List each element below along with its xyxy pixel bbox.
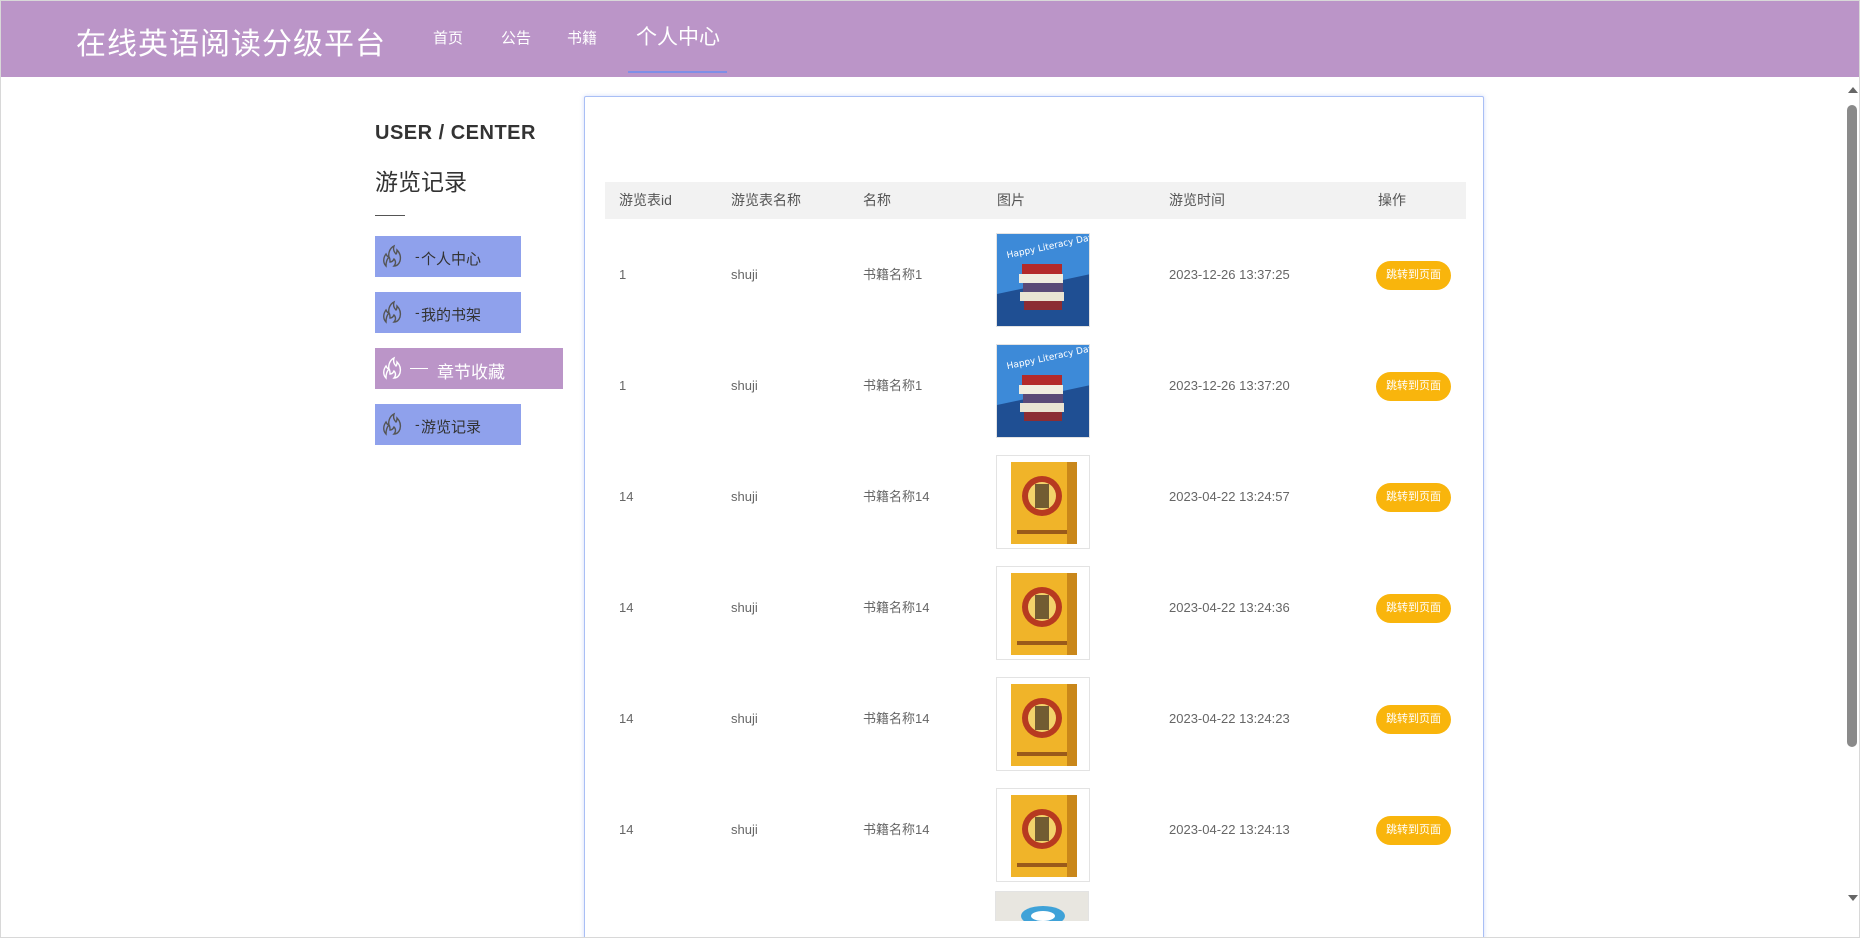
sidebar-title-en: USER / CENTER: [375, 122, 536, 144]
table-row: 14 shuji 书籍名称14 2023-04-22 13:24:36 跳转到页…: [605, 552, 1466, 663]
fire-icon: [383, 244, 402, 268]
table-header: 游览表id 游览表名称 名称 图片 游览时间 操作: [605, 182, 1466, 219]
jump-to-page-button[interactable]: 跳转到页面: [1376, 705, 1451, 734]
table-row: 14 shuji 书籍名称14 2023-04-22 13:24:13 跳转到页…: [605, 774, 1466, 885]
nav-notices[interactable]: 公告: [501, 1, 531, 77]
cell-table-name: shuji: [731, 378, 758, 393]
sidebar-item-label: 章节收藏: [437, 363, 505, 382]
page-scrollbar[interactable]: [1843, 77, 1859, 937]
sidebar-item-label: 个人中心: [421, 251, 482, 268]
cell-table-name: shuji: [731, 267, 758, 282]
fire-icon: [383, 412, 402, 436]
fire-icon: [383, 356, 402, 380]
table-row: 14 shuji 书籍名称14 2023-04-22 13:24:23 跳转到页…: [605, 663, 1466, 774]
nav-home[interactable]: 首页: [433, 1, 463, 77]
col-name: 名称: [863, 192, 891, 208]
cell-time: 2023-04-22 13:24:23: [1169, 711, 1290, 726]
cell-name: 书籍名称14: [863, 822, 930, 837]
top-navbar: 在线英语阅读分级平台 首页 公告 书籍 个人中心: [1, 1, 1859, 77]
scroll-down-arrow-icon[interactable]: [1848, 895, 1858, 901]
cell-table-name: shuji: [731, 822, 758, 837]
cell-time: 2023-12-26 13:37:25: [1169, 267, 1290, 282]
table-row: 14 shuji 书籍名称14 2023-04-22 13:24:57 跳转到页…: [605, 441, 1466, 552]
scroll-up-arrow-icon[interactable]: [1848, 87, 1858, 93]
cell-time: 2023-04-22 13:24:57: [1169, 489, 1290, 504]
scrollbar-thumb[interactable]: [1847, 105, 1857, 747]
cell-time: 2023-04-22 13:24:13: [1169, 822, 1290, 837]
cell-table-name: shuji: [731, 489, 758, 504]
sidebar-item-browse-history[interactable]: - 游览记录: [375, 404, 521, 445]
cell-id: 1: [619, 378, 627, 393]
table-row: 1 shuji 书籍名称1 Happy Literacy Day 2023-12…: [605, 219, 1466, 330]
cell-id: 14: [619, 600, 634, 615]
cell-id: 14: [619, 711, 634, 726]
jump-to-page-button[interactable]: 跳转到页面: [1376, 261, 1451, 290]
col-table-name: 游览表名称: [731, 192, 801, 208]
menu-dash: -: [415, 416, 420, 432]
book-thumbnail[interactable]: Happy Literacy Day: [996, 344, 1090, 438]
cell-id: 1: [619, 267, 627, 282]
sidebar-item-label: 游览记录: [421, 419, 482, 436]
nav-active-underline: [628, 71, 727, 73]
cell-table-name: shuji: [731, 711, 758, 726]
site-brand[interactable]: 在线英语阅读分级平台: [76, 19, 386, 63]
sidebar-item-my-bookshelf[interactable]: - 我的书架: [375, 292, 521, 333]
book-thumbnail[interactable]: [996, 788, 1090, 882]
nav-user-center[interactable]: 个人中心: [636, 1, 720, 77]
browser-frame: 在线英语阅读分级平台 首页 公告 书籍 个人中心 USER / CENTER 游…: [0, 0, 1860, 938]
sidebar-title-cn: 游览记录: [375, 169, 467, 195]
book-thumbnail[interactable]: [996, 455, 1090, 549]
cell-name: 书籍名称14: [863, 711, 930, 726]
sidebar-item-user-center[interactable]: - 个人中心: [375, 236, 521, 277]
book-thumbnail[interactable]: [996, 566, 1090, 660]
col-id: 游览表id: [619, 192, 672, 208]
cell-name: 书籍名称1: [863, 267, 923, 282]
history-panel: 游览表id 游览表名称 名称 图片 游览时间 操作 1 shuji 书籍名称1 …: [584, 96, 1484, 937]
cell-name: 书籍名称14: [863, 600, 930, 615]
sidebar-item-label: 我的书架: [421, 307, 482, 324]
sidebar-divider: [375, 215, 405, 216]
cell-table-name: shuji: [731, 600, 758, 615]
book-thumbnail-partial[interactable]: [995, 891, 1089, 921]
cell-name: 书籍名称14: [863, 489, 930, 504]
col-image: 图片: [997, 192, 1025, 208]
sidebar-item-chapter-favorites[interactable]: 章节收藏: [375, 348, 563, 389]
cell-id: 14: [619, 822, 634, 837]
cell-time: 2023-04-22 13:24:36: [1169, 600, 1290, 615]
jump-to-page-button[interactable]: 跳转到页面: [1376, 372, 1451, 401]
fire-icon: [383, 300, 402, 324]
menu-dash: -: [415, 304, 420, 320]
cell-name: 书籍名称1: [863, 378, 923, 393]
col-action: 操作: [1378, 192, 1406, 208]
cell-time: 2023-12-26 13:37:20: [1169, 378, 1290, 393]
col-time: 游览时间: [1169, 192, 1225, 208]
book-thumbnail[interactable]: Happy Literacy Day: [996, 233, 1090, 327]
jump-to-page-button[interactable]: 跳转到页面: [1376, 483, 1451, 512]
cell-id: 14: [619, 489, 634, 504]
jump-to-page-button[interactable]: 跳转到页面: [1376, 594, 1451, 623]
table-row: 1 shuji 书籍名称1 Happy Literacy Day 2023-12…: [605, 330, 1466, 441]
menu-dash: -: [415, 248, 420, 264]
nav-books[interactable]: 书籍: [567, 1, 597, 77]
jump-to-page-button[interactable]: 跳转到页面: [1376, 816, 1451, 845]
book-thumbnail[interactable]: [996, 677, 1090, 771]
